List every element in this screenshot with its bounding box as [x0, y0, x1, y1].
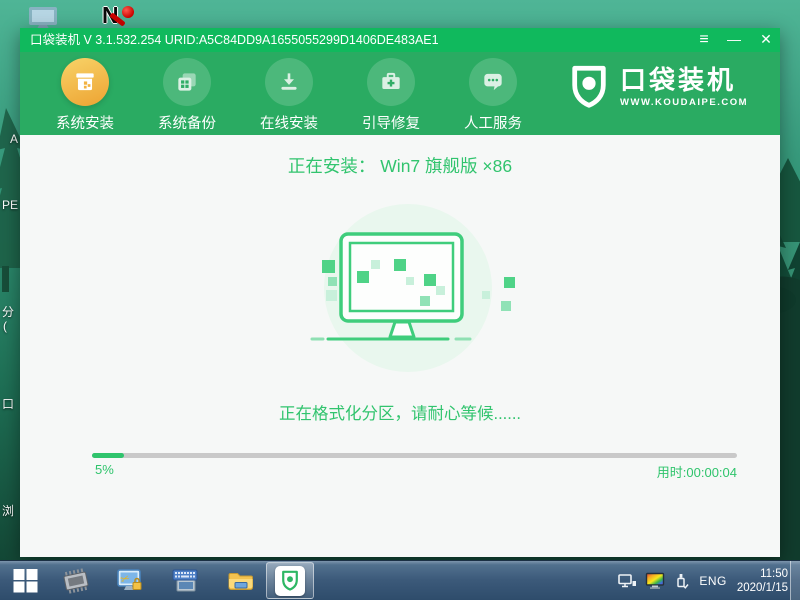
desktop-icon-label-liu[interactable]: 浏 — [2, 505, 14, 518]
online-install-icon — [265, 58, 313, 106]
language-indicator[interactable]: ENG — [699, 574, 727, 588]
progress-fill — [92, 453, 125, 458]
nav-label: 人工服务 — [464, 116, 522, 132]
taskbar-app-partition-tool[interactable]: ✂ — [114, 561, 146, 600]
main-content: 正在安装： Win7 旗舰版 ×86 正在格式化分区，请耐心等候...... 5… — [20, 135, 780, 557]
taskbar-app-koudai-active[interactable] — [266, 562, 314, 599]
boot-repair-icon — [367, 58, 415, 106]
start-button[interactable] — [0, 561, 50, 600]
nav-label: 引导修复 — [362, 116, 420, 132]
taskbar-app-osk[interactable] — [169, 561, 201, 600]
system-backup-icon — [163, 58, 211, 106]
nav-label: 在线安装 — [260, 116, 318, 132]
desktop-icon-label-pe[interactable]: PE — [2, 199, 18, 212]
nav-bar: 系统安装 系统备份 在线安装 引导修复 人工服务 口袋装机 WWW.KOUDAI… — [20, 52, 780, 135]
clock-time: 11:50 — [760, 567, 788, 580]
clock-date: 2020/1/15 — [736, 581, 788, 594]
chip-icon — [63, 567, 89, 594]
desktop-icon-label-fen[interactable]: 分 — [2, 306, 14, 319]
nav-item-human-service[interactable]: 人工服务 — [453, 58, 533, 133]
shield-logo-icon — [572, 65, 606, 108]
folder-icon — [228, 572, 253, 590]
desktop-icon-label-kou[interactable]: 口 — [2, 398, 14, 411]
system-tray: ENG 11:50 2020/1/15 — [609, 561, 788, 600]
window-title: 口袋装机 V 3.1.532.254 URID:A5C84DD9A1655055… — [30, 33, 439, 47]
titlebar: 口袋装机 V 3.1.532.254 URID:A5C84DD9A1655055… — [20, 28, 780, 52]
menu-button[interactable]: ≡ — [692, 28, 716, 52]
nav-item-system-backup[interactable]: 系统备份 — [147, 58, 227, 133]
logo-title: 口袋装机 — [620, 65, 737, 95]
monitor-illustration — [310, 204, 515, 372]
clock[interactable]: 11:50 2020/1/15 — [737, 567, 788, 595]
progress-bar — [92, 453, 737, 458]
taskbar-app-explorer[interactable] — [225, 561, 257, 600]
desktop-icon-label-paren[interactable]: ( — [3, 320, 7, 333]
desktop-icon-label-a[interactable]: A — [10, 133, 18, 146]
nav-item-online-install[interactable]: 在线安装 — [249, 58, 329, 133]
logo-site: WWW.KOUDAIPE.COM — [620, 97, 748, 108]
nav-item-boot-repair[interactable]: 引导修复 — [351, 58, 431, 133]
human-service-icon — [469, 58, 517, 106]
taskbar-app-chip[interactable] — [60, 561, 92, 600]
keyboard-icon — [172, 569, 198, 591]
elapsed-time: 用时:00:00:04 — [656, 465, 737, 480]
nav-label: 系统安装 — [56, 116, 114, 132]
progress-percent: 5% — [95, 462, 114, 477]
red-key-icon — [122, 6, 134, 18]
show-desktop-button[interactable] — [790, 561, 800, 600]
close-button[interactable]: ✕ — [754, 28, 778, 52]
windows-logo-icon — [13, 569, 37, 593]
display-color-icon[interactable] — [645, 572, 667, 590]
minimize-button[interactable]: — — [722, 28, 746, 52]
partition-tool-icon: ✂ — [117, 568, 142, 590]
status-text: 正在格式化分区，请耐心等候...... — [278, 405, 521, 423]
koudai-installer-window: 口袋装机 V 3.1.532.254 URID:A5C84DD9A1655055… — [20, 28, 780, 557]
nav-label: 系统备份 — [158, 116, 216, 132]
taskbar: ✂ ENG 11:50 2020/1/15 — [0, 560, 800, 600]
app-logo: 口袋装机 WWW.KOUDAIPE.COM — [567, 62, 748, 112]
installing-title: 正在安装： Win7 旗舰版 ×86 — [287, 156, 513, 176]
system-install-icon — [61, 58, 109, 106]
usb-icon[interactable] — [675, 572, 689, 590]
network-icon[interactable] — [617, 573, 637, 589]
shield-app-icon — [275, 565, 305, 596]
nav-item-system-install[interactable]: 系统安装 — [45, 58, 125, 133]
